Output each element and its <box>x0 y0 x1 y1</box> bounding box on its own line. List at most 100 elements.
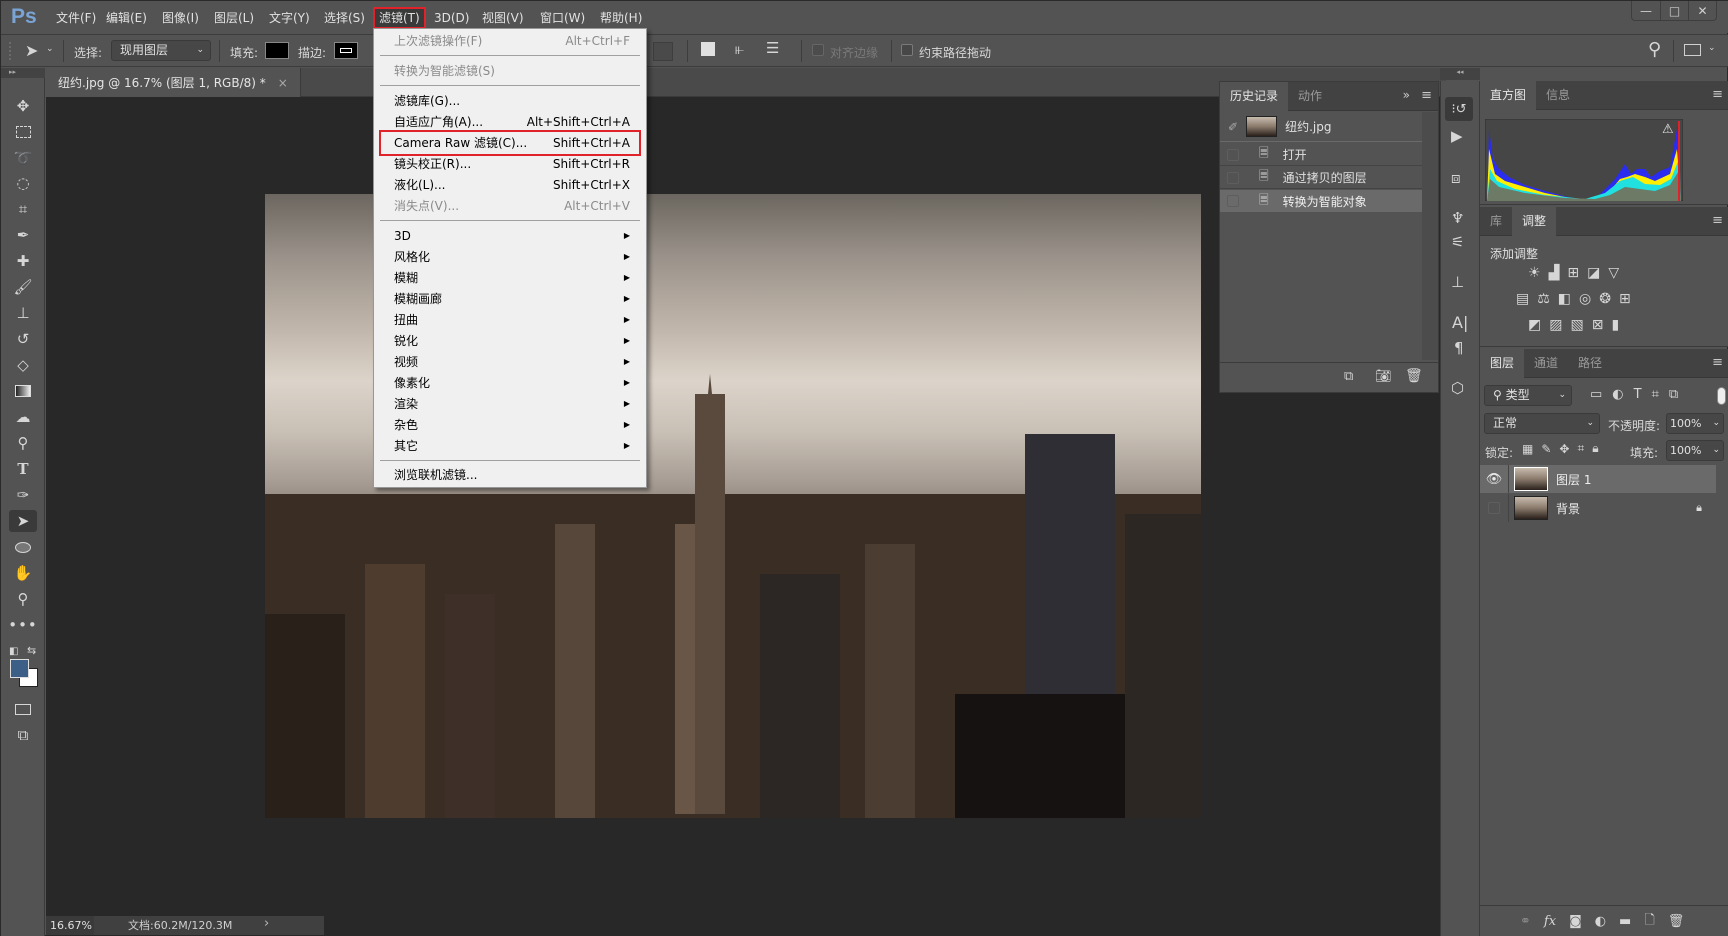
new-group-icon[interactable]: ▬ <box>1619 914 1631 929</box>
channel-mixer-icon[interactable]: ❂ <box>1599 291 1611 307</box>
tab-histogram[interactable]: 直方图 <box>1480 81 1537 110</box>
cache-warning-icon[interactable]: ⚠ <box>1662 122 1674 137</box>
foreground-color-swatch[interactable] <box>10 659 29 678</box>
visibility-eye-icon[interactable]: 👁︎ <box>1480 472 1508 487</box>
dodge-tool-icon[interactable]: ⚲ <box>9 432 37 454</box>
menu-item-vanishing-point[interactable]: 消失点(V)... Alt+Ctrl+V <box>394 196 630 216</box>
history-panel-icon[interactable]: ⁝↺ <box>1445 97 1473 121</box>
history-state-selected[interactable]: 🗏 转换为智能对象 <box>1220 190 1422 212</box>
state-checkbox[interactable] <box>1227 148 1239 161</box>
workspace-icon[interactable] <box>1684 44 1701 56</box>
layer-row[interactable]: 背景 🔒︎ <box>1480 494 1716 522</box>
more-tools-icon[interactable]: ••• <box>8 614 37 636</box>
collapse-toggle[interactable]: ▸▸ <box>1 68 45 78</box>
lock-transparency-icon[interactable]: ▦ <box>1522 441 1533 456</box>
lock-artboard-icon[interactable]: ⌗ <box>1577 441 1584 456</box>
vibrance-icon[interactable]: ▽ <box>1608 265 1619 281</box>
layer-row-selected[interactable]: 👁︎ 图层 1 <box>1480 465 1716 493</box>
grip-handle[interactable] <box>9 42 12 60</box>
menu-image[interactable]: 图像(I) <box>158 9 203 27</box>
tab-info[interactable]: 信息 <box>1536 81 1580 110</box>
menu-item-render[interactable]: 渲染 ▶ <box>394 394 630 414</box>
new-adjustment-layer-icon[interactable]: ◐ <box>1595 914 1606 929</box>
tab-libraries[interactable]: 库 <box>1480 207 1512 236</box>
menu-item-sharpen[interactable]: 锐化 ▶ <box>394 331 630 351</box>
menu-edit[interactable]: 编辑(E) <box>102 9 151 27</box>
path-selection-tool-icon[interactable]: ➤ <box>25 41 38 60</box>
maximize-button[interactable]: □ <box>1660 1 1688 20</box>
quick-selection-tool-icon[interactable]: ◌ <box>9 172 37 194</box>
path-alignment-icon[interactable]: ⫦ <box>735 39 744 59</box>
levels-icon[interactable]: ▟ <box>1549 265 1560 281</box>
hand-tool-icon[interactable]: ✋ <box>9 562 37 584</box>
pen-tool-icon[interactable]: ✑ <box>9 484 37 506</box>
fill-field[interactable]: 100% ⌄ <box>1666 440 1724 461</box>
dock-collapse[interactable]: ◂◂ <box>1440 68 1480 80</box>
tab-channels[interactable]: 通道 <box>1524 349 1568 378</box>
3d-properties-icon[interactable]: ⧈ <box>1451 169 1461 187</box>
menu-view[interactable]: 视图(V) <box>478 9 528 27</box>
zoom-tool-icon[interactable]: ⚲ <box>9 588 37 610</box>
clone-stamp-tool-icon[interactable]: ⊥ <box>9 302 37 324</box>
crop-tool-icon[interactable]: ⌗ <box>9 198 37 220</box>
color-lookup-icon[interactable]: ⊞ <box>1619 291 1631 307</box>
panel-menu-icon[interactable]: ≡ <box>1712 87 1723 102</box>
menu-window[interactable]: 窗口(W) <box>536 9 589 27</box>
tab-paths[interactable]: 路径 <box>1568 349 1612 378</box>
character-icon[interactable]: A| <box>1452 313 1468 332</box>
link-layers-icon[interactable]: ⚭ <box>1520 914 1531 929</box>
adjustment-filter-icon[interactable]: ◐ <box>1612 387 1623 402</box>
ellipse-tool-icon[interactable] <box>9 536 37 558</box>
lasso-tool-icon[interactable]: ➰ <box>9 147 37 169</box>
type-filter-icon[interactable]: T <box>1634 387 1642 402</box>
filter-toggle[interactable] <box>1717 387 1726 405</box>
move-tool-icon[interactable]: ✥ <box>9 95 37 117</box>
curves-icon[interactable]: ⊞ <box>1567 265 1579 281</box>
close-button[interactable]: ✕ <box>1688 1 1716 20</box>
zoom-level[interactable]: 16.67% <box>46 916 94 935</box>
trash-icon[interactable]: 🗑︎ <box>1405 368 1423 384</box>
new-layer-icon[interactable]: 🗋 <box>1644 911 1654 933</box>
eraser-tool-icon[interactable]: ◇ <box>9 354 37 376</box>
tool-preset-chevron-icon[interactable]: ⌄ <box>46 44 54 54</box>
history-scrollbar[interactable] <box>1422 112 1438 360</box>
menu-item-lens-correction[interactable]: 镜头校正(R)... Shift+Ctrl+R <box>394 154 630 174</box>
layer-name[interactable]: 图层 1 <box>1556 471 1591 488</box>
actions-panel-icon[interactable]: ▶ <box>1451 127 1463 145</box>
posterize-icon[interactable]: ▨ <box>1549 317 1562 333</box>
menu-item-last-filter[interactable]: 上次滤镜操作(F) Alt+Ctrl+F <box>394 31 630 51</box>
workspace-chevron-icon[interactable]: ⌄ <box>1708 43 1716 53</box>
menu-item-noise[interactable]: 杂色 ▶ <box>394 415 630 435</box>
brush-settings-icon[interactable]: ⚟ <box>1451 233 1464 251</box>
select-dropdown[interactable]: 现用图层 ⌄ <box>111 40 211 61</box>
selective-color-icon[interactable]: ⊠ <box>1592 317 1604 333</box>
menu-item-adaptive-wide-angle[interactable]: 自适应广角(A)... Alt+Shift+Ctrl+A <box>394 112 630 132</box>
default-colors-icon[interactable]: ◧ <box>9 646 18 657</box>
gradient-map-icon[interactable]: ▮ <box>1611 317 1619 333</box>
menu-file[interactable]: 文件(F) <box>52 9 100 27</box>
history-state[interactable]: 🗏 通过拷贝的图层 <box>1220 167 1422 189</box>
menu-3d[interactable]: 3D(D) <box>430 9 473 27</box>
3d-cube-icon[interactable]: ⬡ <box>1451 379 1464 397</box>
history-brush-tool-icon[interactable]: ↺ <box>9 328 37 350</box>
state-checkbox[interactable] <box>1227 195 1239 207</box>
type-tool-icon[interactable]: T <box>9 458 37 480</box>
new-document-from-state-icon[interactable]: ⧉ <box>1344 369 1353 384</box>
quick-mask-icon[interactable] <box>9 698 37 720</box>
minimize-button[interactable]: — <box>1632 1 1660 20</box>
panel-menu-icon[interactable]: ≡ <box>1421 88 1432 103</box>
shape-filter-icon[interactable]: ⌗ <box>1652 387 1659 402</box>
add-mask-icon[interactable]: ◙ <box>1569 914 1582 929</box>
paragraph-icon[interactable]: ¶ <box>1454 339 1464 357</box>
menu-item-distort[interactable]: 扭曲 ▶ <box>394 310 630 330</box>
gradient-tool-icon[interactable] <box>9 380 37 402</box>
state-checkbox[interactable] <box>1227 171 1239 184</box>
menu-item-convert-smart-filters[interactable]: 转换为智能滤镜(S) <box>394 61 630 81</box>
menu-item-blur-gallery[interactable]: 模糊画廊 ▶ <box>394 289 630 309</box>
lock-pixels-icon[interactable]: ✎ <box>1541 441 1551 456</box>
lock-position-icon[interactable]: ✥ <box>1559 441 1569 456</box>
layer-name[interactable]: 背景 <box>1556 500 1580 517</box>
menu-item-other[interactable]: 其它 ▶ <box>394 436 630 456</box>
history-snapshot[interactable]: ✐ 纽约.jpg <box>1220 112 1422 142</box>
tab-actions[interactable]: 动作 <box>1288 82 1332 111</box>
